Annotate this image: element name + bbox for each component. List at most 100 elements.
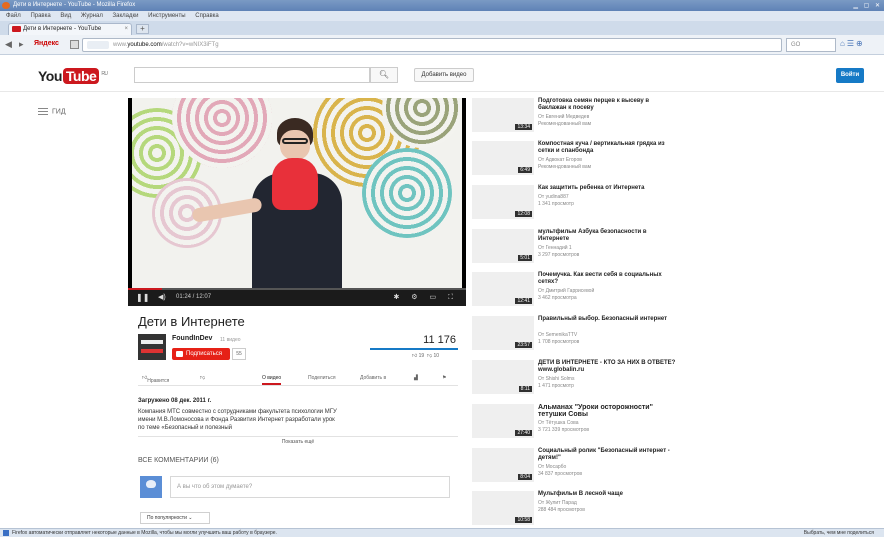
related-title[interactable]: Почемучка. Как вести себя в социальных с…	[538, 272, 678, 286]
video-thumbnail[interactable]: 13:34	[472, 98, 534, 132]
guide-label: ГИД	[52, 108, 66, 116]
video-thumbnail[interactable]: 12:41	[472, 272, 534, 306]
video-thumbnail[interactable]: 10:58	[472, 491, 534, 525]
tab-share[interactable]: Поделиться	[308, 375, 336, 381]
related-video[interactable]: 27:40 Альманах "Уроки осторожности" тету…	[472, 404, 678, 442]
player-controls: ❚❚ ◀) 01:24 / 12:07 ✱ ⚙ ▭ ⛶	[128, 288, 466, 306]
pause-icon[interactable]: ❚❚	[136, 293, 149, 302]
youtube-logo[interactable]: You Tube RU	[38, 68, 108, 84]
related-author: От yudina887	[538, 194, 569, 200]
back-icon[interactable]: ◀	[5, 39, 12, 50]
logo-tube: Tube	[62, 68, 100, 84]
menu-bar: Файл Правка Вид Журнал Закладки Инструме…	[0, 11, 884, 21]
yandex-label: Яндекс	[34, 40, 59, 47]
show-more-button[interactable]: Показать ещё	[138, 436, 458, 446]
video-thumbnail[interactable]: 8:11	[472, 360, 534, 394]
related-meta: 1 471 просмотр	[538, 383, 574, 389]
related-video[interactable]: 8:04 Социальный ролик "Безопасный интерн…	[472, 448, 678, 486]
stats-icon[interactable]: ▟	[414, 375, 418, 381]
tab-add-to[interactable]: Добавить в	[360, 375, 386, 381]
related-author: От Адвокат Егоров	[538, 157, 582, 163]
related-video[interactable]: 12:08 Как защитить ребенка от Интернета …	[472, 185, 678, 223]
channel-video-count[interactable]: 11 видео	[220, 337, 241, 343]
menu-history[interactable]: Журнал	[81, 13, 103, 19]
choose-share-button[interactable]: Выбрать, чем мне поделиться	[804, 529, 874, 537]
related-video[interactable]: 5:01 мультфильм Азбука безопасности в Ин…	[472, 229, 678, 267]
browser-tab[interactable]: Дети в Интернете - YouTube ×	[8, 23, 132, 35]
thumbs-up-icon[interactable]: 👍︎	[412, 353, 417, 359]
youtube-masthead: You Tube RU 🔍︎ Добавить видео Войти	[0, 56, 884, 92]
new-tab-button[interactable]: +	[136, 24, 149, 34]
search-button[interactable]: 🔍︎	[370, 67, 398, 83]
browser-search-text: GO	[791, 42, 801, 48]
like-label: Нравится	[147, 378, 170, 384]
comment-sort-dropdown[interactable]: По популярности ⌄	[140, 512, 210, 524]
progress-bar[interactable]	[128, 288, 466, 290]
browser-search-field[interactable]: GO	[786, 38, 836, 52]
player-settings-icons[interactable]: ✱ ⚙ ▭ ⛶	[394, 293, 459, 302]
video-duration: 8:04	[518, 474, 532, 480]
related-title[interactable]: Как защитить ребенка от Интернета	[538, 185, 678, 192]
close-tab-icon[interactable]: ×	[124, 24, 128, 35]
volume-icon[interactable]: ◀)	[158, 293, 166, 301]
url-prefix: www.	[113, 42, 128, 48]
firefox-icon	[2, 2, 10, 9]
related-video[interactable]: 8:11 ДЕТИ В ИНТЕРНЕТЕ - КТО ЗА НИХ В ОТВ…	[472, 360, 678, 398]
upload-button[interactable]: Добавить видео	[414, 68, 474, 82]
yandex-button[interactable]: Яндекс	[34, 40, 59, 47]
tab-about[interactable]: О видео	[262, 375, 282, 385]
related-title[interactable]: Правильный выбор. Безопасный интернет	[538, 316, 678, 323]
video-thumbnail[interactable]: 12:08	[472, 185, 534, 219]
video-thumbnail[interactable]: 8:04	[472, 448, 534, 482]
menu-help[interactable]: Справка	[195, 13, 219, 19]
channel-avatar[interactable]	[138, 334, 166, 360]
notification-bar: Firefox автоматически отправляет некотор…	[0, 528, 884, 537]
video-thumbnail[interactable]: 6:49	[472, 141, 534, 175]
tiles-icon[interactable]	[70, 40, 79, 49]
menu-view[interactable]: Вид	[60, 13, 71, 19]
related-video[interactable]: 12:41 Почемучка. Как вести себя в социал…	[472, 272, 678, 310]
video-thumbnail[interactable]: 27:40	[472, 404, 534, 438]
related-author: От Мосарбо	[538, 464, 567, 470]
thumbs-down-icon[interactable]: 👎︎	[427, 353, 432, 359]
sort-label: По популярности	[147, 515, 187, 521]
video-thumbnail[interactable]: 23:57	[472, 316, 534, 350]
report-flag-icon[interactable]: ⚑	[442, 375, 446, 381]
guide-button[interactable]: ГИД	[38, 108, 66, 115]
toolbar-addon-icons[interactable]: ⌂☰⊕	[840, 39, 865, 48]
youtube-favicon	[12, 26, 21, 32]
comment-input[interactable]: А вы что об этом думаете?	[170, 476, 450, 498]
related-video[interactable]: 10:58 Мультфильм В лесной чаще От Жулит …	[472, 491, 678, 529]
sign-in-button[interactable]: Войти	[836, 68, 864, 83]
related-meta: 3 297 просмотров	[538, 252, 580, 258]
like-button[interactable]: 👍︎ Нравится	[142, 375, 169, 384]
forward-icon[interactable]: ▸	[19, 39, 24, 50]
related-title[interactable]: Альманах "Уроки осторожности" тетушки Со…	[538, 404, 678, 418]
menu-edit[interactable]: Правка	[30, 13, 50, 19]
video-duration: 27:40	[515, 430, 532, 436]
related-video[interactable]: 23:57 Правильный выбор. Безопасный интер…	[472, 316, 678, 354]
video-thumbnail[interactable]: 5:01	[472, 229, 534, 263]
related-title[interactable]: Мультфильм В лесной чаще	[538, 491, 678, 498]
address-bar[interactable]: www.youtube.com/watch?v=wNIX3iFTg	[82, 38, 782, 52]
menu-bookmarks[interactable]: Закладки	[113, 13, 139, 19]
channel-name[interactable]: FoundInDev	[172, 335, 212, 342]
menu-file[interactable]: Файл	[6, 13, 21, 19]
related-title[interactable]: Подготовка семян перцев к высеву в бакла…	[538, 98, 678, 112]
related-video[interactable]: 13:34 Подготовка семян перцев к высеву в…	[472, 98, 678, 136]
info-icon	[3, 530, 9, 536]
menu-tools[interactable]: Инструменты	[148, 13, 185, 19]
search-input[interactable]	[134, 67, 370, 83]
time-display: 01:24 / 12:07	[176, 294, 212, 300]
subscribe-button[interactable]: Подписаться	[172, 348, 230, 360]
notification-text: Firefox автоматически отправляет некотор…	[12, 530, 277, 536]
dislike-button[interactable]: 👎︎	[200, 375, 205, 381]
related-title[interactable]: Социальный ролик "Безопасный интернет - …	[538, 448, 678, 462]
related-video[interactable]: 6:49 Компостная куча / вертикальная гряд…	[472, 141, 678, 179]
video-player[interactable]: ❚❚ ◀) 01:24 / 12:07 ✱ ⚙ ▭ ⛶	[128, 98, 466, 306]
video-duration: 23:57	[515, 342, 532, 348]
site-identity-icon[interactable]	[87, 41, 109, 49]
related-title[interactable]: ДЕТИ В ИНТЕРНЕТЕ - КТО ЗА НИХ В ОТВЕТЕ?w…	[538, 360, 678, 374]
related-title[interactable]: мультфильм Азбука безопасности в Интерне…	[538, 229, 678, 243]
related-title[interactable]: Компостная куча / вертикальная грядка из…	[538, 141, 678, 155]
